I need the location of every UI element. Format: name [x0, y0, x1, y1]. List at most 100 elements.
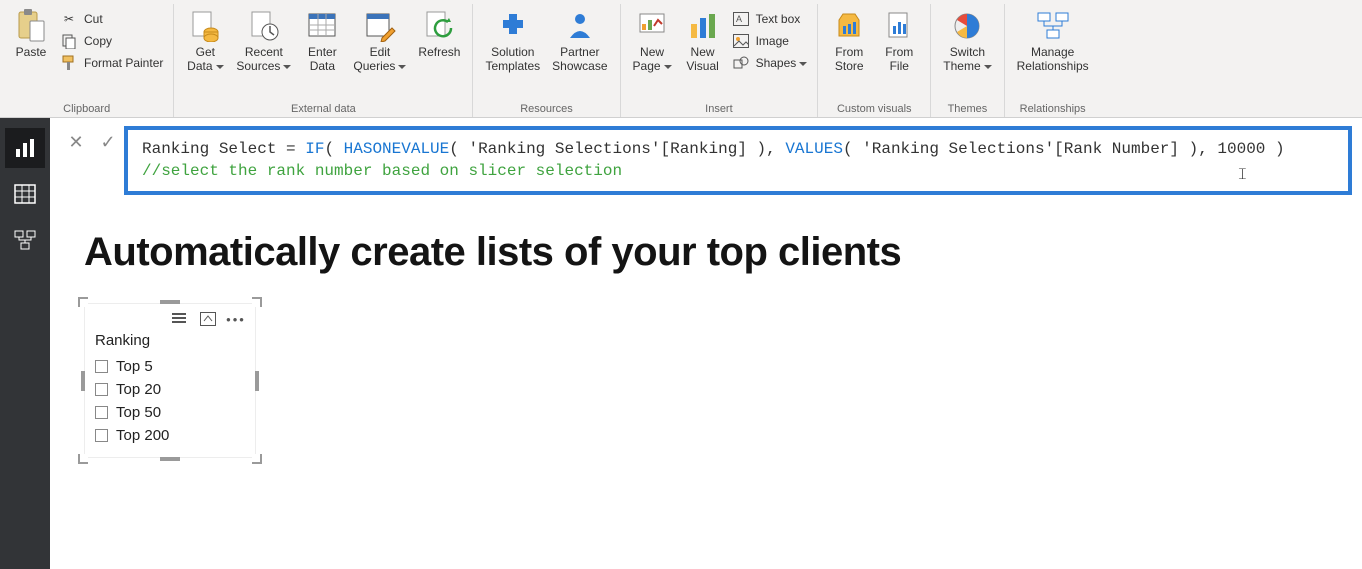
solution-templates-label: SolutionTemplates [485, 46, 540, 74]
report-view-button[interactable] [5, 128, 45, 168]
edit-queries-icon [362, 8, 398, 44]
image-button[interactable]: Image [728, 30, 812, 52]
ribbon-group-resources: SolutionTemplates PartnerShowcase Resour… [473, 4, 620, 117]
formula-comment: //select the rank number based on slicer… [142, 162, 622, 180]
model-view-icon [14, 229, 36, 251]
partner-showcase-icon [562, 8, 598, 44]
new-visual-label: NewVisual [686, 46, 718, 74]
enter-data-icon [304, 8, 340, 44]
recent-sources-button[interactable]: RecentSources [230, 4, 297, 74]
formula-text: ( [324, 140, 343, 158]
new-visual-button[interactable]: NewVisual [678, 4, 728, 74]
text-box-button[interactable]: A Text box [728, 8, 812, 30]
get-data-button[interactable]: GetData [180, 4, 230, 74]
manage-relationships-button[interactable]: ManageRelationships [1011, 4, 1095, 74]
edit-queries-label: EditQueries [353, 46, 406, 74]
partner-showcase-button[interactable]: PartnerShowcase [546, 4, 613, 74]
partner-showcase-label: PartnerShowcase [552, 46, 607, 74]
slicer-item-label: Top 20 [116, 381, 161, 398]
format-painter-button[interactable]: Format Painter [56, 52, 167, 74]
format-painter-label: Format Painter [84, 56, 163, 70]
copy-button[interactable]: Copy [56, 30, 167, 52]
model-view-button[interactable] [5, 220, 45, 260]
ribbon-group-label: Themes [937, 101, 997, 117]
new-page-icon [634, 8, 670, 44]
new-visual-icon [685, 8, 721, 44]
slicer-focus-icon[interactable] [199, 312, 217, 326]
enter-data-button[interactable]: EnterData [297, 4, 347, 74]
from-file-button[interactable]: FromFile [874, 4, 924, 74]
checkbox-icon[interactable] [95, 406, 108, 419]
cut-label: Cut [84, 12, 103, 26]
from-store-icon [831, 8, 867, 44]
selection-handle[interactable] [160, 300, 180, 304]
solution-templates-button[interactable]: SolutionTemplates [479, 4, 546, 74]
ribbon-group-themes: SwitchTheme Themes [931, 4, 1004, 117]
report-canvas[interactable]: Automatically create lists of your top c… [60, 200, 1362, 569]
page-title: Automatically create lists of your top c… [84, 230, 1338, 275]
ribbon-group-external-data: GetData RecentSources EnterData EditQuer… [174, 4, 473, 117]
slicer-item[interactable]: Top 5 [91, 355, 249, 378]
text-cursor-icon: 𝙸 [1237, 164, 1248, 186]
ribbon-group-label: Resources [479, 101, 613, 117]
ribbon-group-label: Clipboard [6, 101, 167, 117]
selection-handle[interactable] [252, 454, 262, 464]
edit-queries-button[interactable]: EditQueries [347, 4, 412, 74]
selection-handle[interactable] [78, 454, 88, 464]
selection-handle[interactable] [252, 297, 262, 307]
shapes-label: Shapes [756, 56, 808, 70]
from-store-button[interactable]: FromStore [824, 4, 874, 74]
selection-handle[interactable] [81, 371, 85, 391]
formula-text-prefix: Ranking Select = [142, 140, 305, 158]
formula-keyword-if: IF [305, 140, 324, 158]
selection-handle[interactable] [78, 297, 88, 307]
selection-handle[interactable] [255, 371, 259, 391]
checkbox-icon[interactable] [95, 383, 108, 396]
new-page-button[interactable]: NewPage [627, 4, 678, 74]
slicer-visual[interactable]: ••• Ranking Top 5 Top 20 Top 50 Top 200 [84, 303, 256, 458]
ribbon-group-relationships: ManageRelationships Relationships [1005, 4, 1101, 117]
recent-sources-icon [246, 8, 282, 44]
solution-templates-icon [495, 8, 531, 44]
left-navigation [0, 118, 50, 569]
slicer-item[interactable]: Top 20 [91, 378, 249, 401]
slicer-item[interactable]: Top 200 [91, 424, 249, 447]
check-icon: ✓ [100, 132, 115, 153]
paste-label: Paste [16, 46, 47, 60]
cut-button[interactable]: ✂ Cut [56, 8, 167, 30]
slicer-item[interactable]: Top 50 [91, 401, 249, 424]
refresh-label: Refresh [418, 46, 460, 60]
ribbon-group-label: External data [180, 101, 466, 117]
formula-keyword-values: VALUES [785, 140, 843, 158]
paste-icon [13, 8, 49, 44]
formula-cancel-button[interactable]: ✕ [60, 126, 92, 158]
slicer-header-icons: ••• [91, 312, 249, 330]
switch-theme-label: SwitchTheme [943, 46, 991, 74]
selection-handle[interactable] [160, 457, 180, 461]
copy-icon [60, 32, 78, 50]
refresh-icon [421, 8, 457, 44]
formula-keyword-hasonevalue: HASONEVALUE [344, 140, 450, 158]
data-view-button[interactable] [5, 174, 45, 214]
paste-button[interactable]: Paste [6, 4, 56, 60]
from-store-label: FromStore [835, 46, 864, 74]
slicer-item-label: Top 50 [116, 404, 161, 421]
formula-text: ( 'Ranking Selections'[Rank Number] ), 1… [843, 140, 1285, 158]
recent-sources-label: RecentSources [236, 46, 291, 74]
cut-icon: ✂ [60, 10, 78, 28]
close-icon: ✕ [68, 132, 83, 153]
refresh-button[interactable]: Refresh [412, 4, 466, 60]
slicer-more-icon[interactable]: ••• [227, 312, 245, 326]
formula-text: ( 'Ranking Selections'[Ranking] ), [449, 140, 785, 158]
checkbox-icon[interactable] [95, 360, 108, 373]
manage-relationships-icon [1035, 8, 1071, 44]
formula-input[interactable]: Ranking Select = IF( HASONEVALUE( 'Ranki… [124, 126, 1352, 195]
shapes-button[interactable]: Shapes [728, 52, 812, 74]
slicer-title: Ranking [91, 330, 249, 355]
formula-commit-button[interactable]: ✓ [92, 126, 124, 158]
slicer-item-label: Top 5 [116, 358, 153, 375]
data-view-icon [14, 183, 36, 205]
slicer-clear-icon[interactable] [171, 312, 189, 326]
switch-theme-button[interactable]: SwitchTheme [937, 4, 997, 74]
checkbox-icon[interactable] [95, 429, 108, 442]
